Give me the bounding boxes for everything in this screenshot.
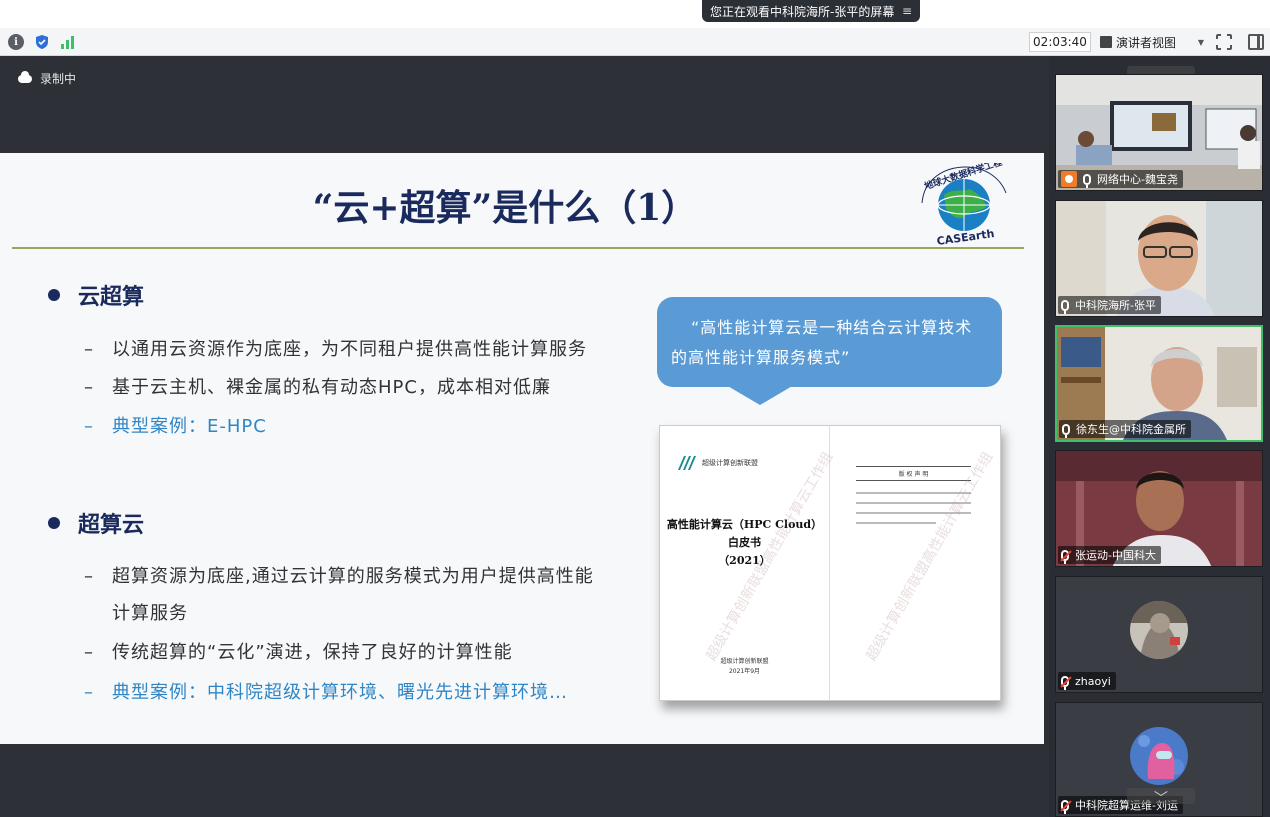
microphone-icon bbox=[1062, 423, 1070, 438]
section-item-text: 超算资源为底座,通过云计算的服务模式为用户提供高性能 bbox=[112, 566, 594, 587]
participant-name: zhaoyi bbox=[1075, 674, 1111, 688]
section-heading-text: 超算云 bbox=[78, 513, 145, 538]
meeting-toolbar: i 02:03:40 演讲者视图 ▼ bbox=[0, 28, 1270, 56]
cloud-icon bbox=[18, 70, 32, 83]
section-item-text: 典型案例：中科院超级计算环境、曙光先进计算环境… bbox=[112, 682, 568, 703]
fullscreen-icon[interactable] bbox=[1215, 33, 1233, 51]
section-item: – 传统超算的“云化”演进，保持了良好的计算性能 bbox=[84, 642, 513, 663]
participant-name: 张运动-中国科大 bbox=[1075, 549, 1156, 562]
section-heading-cloud-supercomputing: 云超算 bbox=[48, 279, 144, 311]
microphone-muted-icon bbox=[1061, 549, 1069, 564]
book-publisher: 超级计算创新联盟 bbox=[678, 456, 758, 470]
shared-slide: “云+超算”是什么（1） 地球大数据科学工程 CASEarth 云超算 – 以通用… bbox=[0, 153, 1044, 744]
book-title: （2021） bbox=[718, 554, 771, 567]
microphone-icon bbox=[1061, 299, 1069, 314]
participant-name: 徐东生@中科院金属所 bbox=[1076, 423, 1186, 436]
section-item: – 超算资源为底座,通过云计算的服务模式为用户提供高性能 bbox=[84, 566, 594, 587]
recording-label: 录制中 bbox=[40, 72, 77, 86]
callout-tail bbox=[726, 385, 794, 405]
casearth-logo: 地球大数据科学工程 CASEarth bbox=[921, 163, 1007, 245]
screen-share-banner-text: 您正在观看中科院海所-张平的屏幕 bbox=[710, 4, 895, 19]
bullet-dot bbox=[48, 289, 60, 301]
slide-title: “云+超算”是什么（1） bbox=[312, 187, 698, 229]
callout-line: “高性能计算云是一种结合云计算技术 bbox=[691, 318, 973, 337]
signal-icon[interactable] bbox=[60, 34, 76, 50]
side-panel-icon[interactable] bbox=[1248, 34, 1264, 50]
book-title: 高性能计算云（HPC Cloud） bbox=[666, 518, 823, 531]
screen-share-banner[interactable]: 您正在观看中科院海所-张平的屏幕 ≡ bbox=[702, 0, 920, 22]
section-item-text: 典型案例：E-HPC bbox=[112, 416, 267, 437]
chevron-down-icon[interactable]: ﹀ bbox=[1127, 788, 1195, 807]
participant-label: 张运动-中国科大 bbox=[1058, 546, 1161, 564]
menu-icon[interactable]: ≡ bbox=[902, 4, 912, 18]
section-item-text: 以通用云资源作为底座，为不同租户提供高性能计算服务 bbox=[112, 339, 587, 360]
host-avatar-icon bbox=[1061, 171, 1077, 187]
book-footer: 2021年9月 bbox=[728, 668, 761, 675]
section-item-text: 传统超算的“云化”演进，保持了良好的计算性能 bbox=[112, 642, 513, 663]
participant-label: 中科院海所-张平 bbox=[1058, 296, 1161, 314]
section-item: – 以通用云资源作为底座，为不同租户提供高性能计算服务 bbox=[84, 339, 587, 360]
microphone-muted-icon bbox=[1061, 675, 1069, 690]
section-heading-supercomputing-cloud: 超算云 bbox=[48, 507, 144, 539]
bullet-dot bbox=[48, 517, 60, 529]
book-title: 白皮书 bbox=[728, 536, 761, 549]
recording-indicator: 录制中 bbox=[18, 70, 76, 87]
participant-name: 网络中心-魏宝尧 bbox=[1097, 173, 1178, 186]
participant-tile[interactable]: zhaoyi bbox=[1055, 576, 1263, 693]
microphone-icon bbox=[1083, 173, 1091, 188]
section-item-example: – 典型案例：E-HPC bbox=[84, 416, 267, 437]
section-item-text: 计算服务 bbox=[112, 603, 188, 624]
participant-tile[interactable]: 中科院海所-张平 bbox=[1055, 200, 1263, 317]
book-publisher-text: 超级计算创新联盟 bbox=[702, 459, 758, 467]
participant-avatar bbox=[1130, 727, 1188, 785]
participant-label: 徐东生@中科院金属所 bbox=[1059, 420, 1191, 438]
definition-callout: “高性能计算云是一种结合云计算技术 的高性能计算服务模式” bbox=[657, 297, 1002, 387]
white-paper-image: 超级计算创新联盟 高性能计算云（HPC Cloud） 白皮书 （2021） 超级… bbox=[659, 425, 1001, 701]
section-heading-text: 云超算 bbox=[78, 285, 145, 310]
publisher-logo-icon bbox=[678, 456, 696, 470]
participant-name: 中科院海所-张平 bbox=[1075, 299, 1156, 312]
microphone-muted-icon bbox=[1061, 799, 1069, 814]
participant-label: zhaoyi bbox=[1058, 672, 1116, 690]
top-strip bbox=[0, 0, 1270, 28]
presenter-view-icon bbox=[1100, 36, 1112, 48]
section-item-example: – 典型案例：中科院超级计算环境、曙光先进计算环境… bbox=[84, 682, 568, 703]
chevron-down-icon: ▼ bbox=[1197, 37, 1204, 47]
meeting-timer: 02:03:40 bbox=[1029, 32, 1091, 52]
participant-label: 网络中心-魏宝尧 bbox=[1058, 170, 1183, 188]
participant-avatar bbox=[1130, 601, 1188, 659]
callout-line: 的高性能计算服务模式” bbox=[671, 348, 851, 367]
info-icon[interactable]: i bbox=[8, 34, 24, 50]
section-item-continuation: 计算服务 bbox=[84, 599, 188, 625]
right-page-title: 版 权 声 明 bbox=[856, 466, 971, 481]
section-item: – 基于云主机、裸金属的私有动态HPC，成本相对低廉 bbox=[84, 377, 551, 398]
presenter-view-label: 演讲者视图 bbox=[1116, 35, 1177, 50]
text-line bbox=[856, 522, 936, 524]
participant-tile-active[interactable]: 徐东生@中科院金属所 bbox=[1055, 325, 1263, 442]
participant-tile[interactable]: 张运动-中国科大 bbox=[1055, 450, 1263, 567]
participant-tile[interactable]: 网络中心-魏宝尧 bbox=[1055, 74, 1263, 191]
shield-icon[interactable] bbox=[34, 34, 50, 50]
presenter-view-dropdown[interactable]: 演讲者视图 ▼ bbox=[1100, 32, 1204, 52]
book-footer: 超级计算创新联盟 bbox=[720, 658, 769, 665]
section-item-text: 基于云主机、裸金属的私有动态HPC，成本相对低廉 bbox=[112, 377, 551, 398]
title-divider bbox=[12, 247, 1024, 249]
